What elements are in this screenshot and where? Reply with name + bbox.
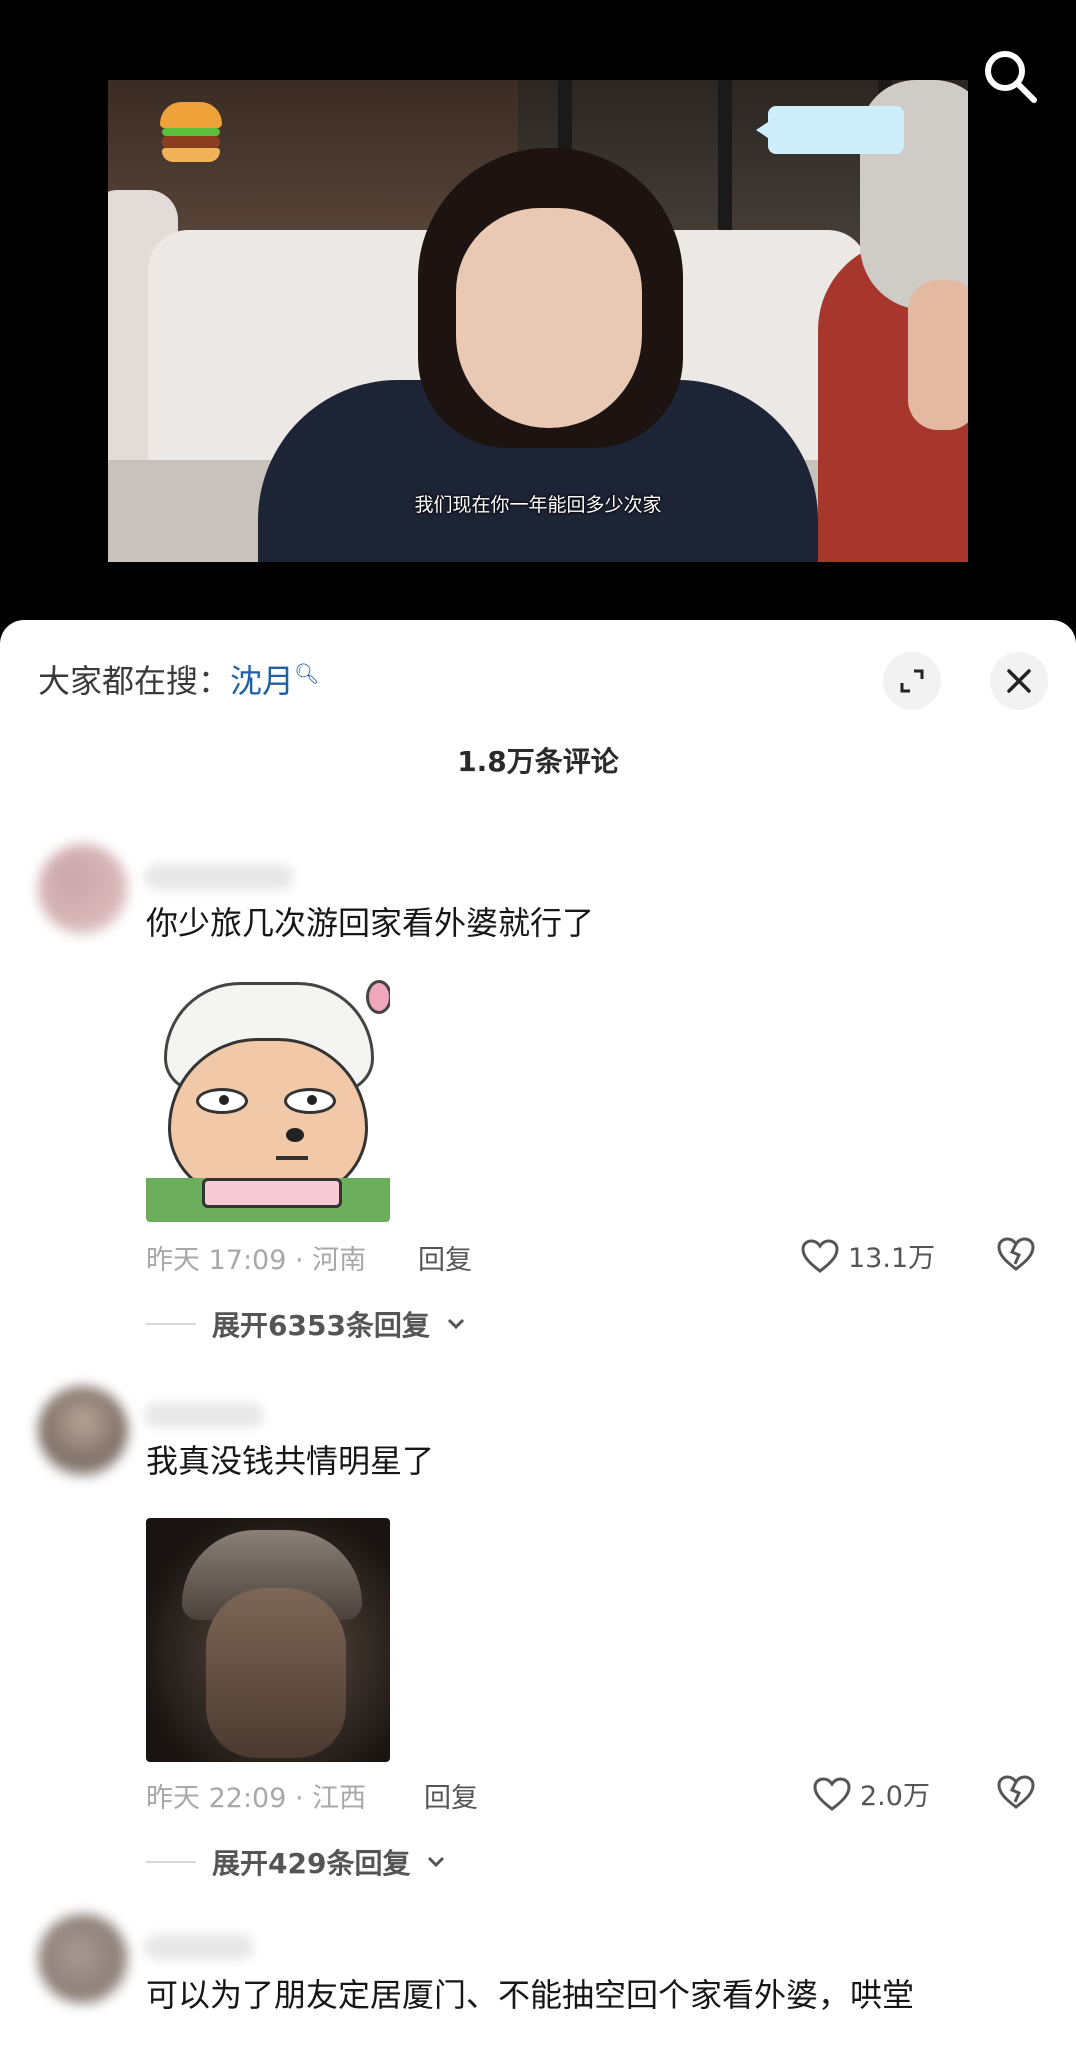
username-blurred[interactable] bbox=[144, 1934, 254, 1960]
video-subtitle: 我们现在你一年能回多少次家 bbox=[414, 494, 662, 516]
close-button[interactable] bbox=[990, 652, 1048, 710]
comment-text: 可以为了朋友定居厦门、不能抽空回个家看外婆，哄堂 bbox=[146, 1976, 915, 2014]
trending-prefix: 大家都在搜： bbox=[38, 662, 231, 700]
cartoon-sheep-sticker bbox=[146, 978, 390, 1222]
close-icon bbox=[1007, 669, 1031, 693]
comment-item: 可以为了朋友定居厦门、不能抽空回个家看外婆，哄堂 bbox=[0, 1908, 1076, 2048]
comment-item: 我真没钱共情明星了 昨天 22:09 · 江西 回复 2.0万 展开429条回复 bbox=[0, 1368, 1076, 1880]
dark-portrait-sticker bbox=[146, 1518, 390, 1762]
like-button[interactable]: 2.0万 bbox=[812, 1774, 930, 1813]
dislike-button[interactable] bbox=[996, 1774, 1036, 1814]
video-player[interactable]: 我们现在你一年能回多少次家 bbox=[0, 0, 1076, 620]
comment-sheet: 大家都在搜：沈月🔍︎ 1.8万条评论 你少旅几次游回家看外婆就行了 昨天 17:… bbox=[0, 620, 1076, 2048]
comment-image[interactable] bbox=[146, 978, 390, 1222]
comment-item: 你少旅几次游回家看外婆就行了 昨天 17:09 · 河南 回复 13.1万 展开… bbox=[0, 830, 1076, 1342]
video-frame[interactable]: 我们现在你一年能回多少次家 bbox=[108, 80, 968, 562]
heart-icon bbox=[801, 1238, 839, 1273]
avatar[interactable] bbox=[38, 1386, 128, 1476]
like-button[interactable]: 13.1万 bbox=[800, 1236, 935, 1275]
reply-button[interactable]: 回复 bbox=[418, 1238, 472, 1277]
comment-image[interactable] bbox=[146, 1518, 390, 1762]
blurred-watermark bbox=[756, 106, 904, 154]
expand-button[interactable] bbox=[883, 652, 941, 710]
broken-heart-icon bbox=[997, 1237, 1035, 1271]
search-icon bbox=[985, 51, 1037, 103]
username-blurred[interactable] bbox=[144, 1402, 264, 1428]
trending-search[interactable]: 大家都在搜：沈月🔍︎ bbox=[38, 656, 319, 702]
search-small-icon: 🔍︎ bbox=[294, 661, 320, 686]
chevron-down-icon bbox=[447, 1318, 464, 1330]
expand-replies-label: 展开429条回复 bbox=[212, 1847, 411, 1880]
broken-heart-icon bbox=[997, 1775, 1035, 1809]
username-blurred[interactable] bbox=[144, 864, 294, 890]
like-count: 2.0万 bbox=[860, 1781, 930, 1812]
burger-logo-icon bbox=[160, 102, 222, 164]
chevron-down-icon bbox=[428, 1856, 445, 1868]
expand-replies-label: 展开6353条回复 bbox=[212, 1309, 430, 1342]
expand-replies-button[interactable]: 展开429条回复 bbox=[146, 1842, 446, 1882]
expand-replies-button[interactable]: 展开6353条回复 bbox=[146, 1304, 466, 1344]
avatar[interactable] bbox=[38, 1914, 128, 2004]
avatar[interactable] bbox=[38, 844, 128, 934]
comment-text: 我真没钱共情明星了 bbox=[146, 1442, 435, 1480]
reply-button[interactable]: 回复 bbox=[424, 1776, 478, 1815]
person-face bbox=[456, 208, 642, 428]
like-count: 13.1万 bbox=[848, 1243, 936, 1274]
search-button[interactable] bbox=[978, 44, 1042, 108]
trending-keyword[interactable]: 沈月 bbox=[230, 662, 294, 700]
comment-text: 你少旅几次游回家看外婆就行了 bbox=[146, 904, 595, 942]
comment-time-location: 昨天 22:09 · 江西 bbox=[146, 1783, 367, 1814]
comment-count: 1.8万条评论 bbox=[457, 745, 619, 778]
comment-time-location: 昨天 17:09 · 河南 bbox=[146, 1245, 367, 1276]
heart-icon bbox=[813, 1776, 851, 1811]
expand-icon bbox=[900, 669, 924, 693]
dislike-button[interactable] bbox=[996, 1236, 1036, 1276]
